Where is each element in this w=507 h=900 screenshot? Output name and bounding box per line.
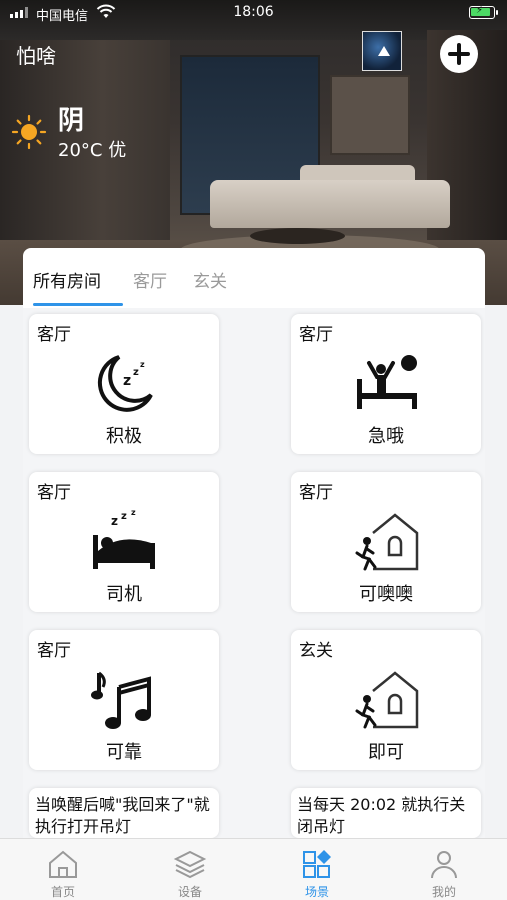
scene-room: 玄关: [299, 641, 333, 661]
nav-label: 设备: [177, 885, 202, 899]
scene-name: 积极: [106, 426, 142, 447]
wake-up-bed-icon: [357, 355, 417, 409]
bottom-navigation: 首页 设备 场景 我的: [0, 838, 507, 900]
svg-text:z: z: [111, 514, 118, 528]
music-notes-icon: [91, 671, 151, 729]
nav-label: 我的: [431, 885, 456, 899]
leave-home-icon: [355, 671, 419, 729]
status-bar: 中国电信 18:06 ⚡: [0, 0, 507, 26]
scene-card[interactable]: 客厅 可噢噢: [291, 472, 481, 612]
tab-entrance[interactable]: 玄关: [193, 267, 227, 292]
automation-description: 当每天 20:02 就执行关闭吊灯: [297, 795, 466, 836]
scene-name: 司机: [106, 584, 142, 605]
scene-name: 可靠: [106, 742, 142, 763]
scenes-icon: [303, 850, 331, 878]
nav-devices[interactable]: 设备: [127, 839, 253, 900]
room-thumbnail[interactable]: [362, 31, 402, 71]
tab-all-rooms[interactable]: 所有房间: [33, 267, 101, 292]
scene-card[interactable]: 客厅 可靠: [29, 630, 219, 770]
nav-label: 首页: [50, 885, 75, 899]
scene-name: 急哦: [368, 426, 404, 447]
sleeping-bed-icon: z z z: [93, 508, 155, 569]
scene-room: 客厅: [299, 325, 333, 345]
room-tabs: 所有房间 客厅 玄关: [23, 248, 485, 306]
sun-icon: [11, 114, 47, 150]
scene-grid: 客厅 z z z 积极 客厅 急哦 客厅 z z z 司机 客厅 可噢噢 客厅 …: [23, 308, 485, 838]
svg-text:z: z: [131, 508, 136, 517]
svg-text:z: z: [123, 373, 131, 389]
leave-home-icon: [355, 513, 419, 571]
scene-room: 客厅: [37, 325, 71, 345]
svg-text:z: z: [133, 367, 139, 378]
scene-name: 即可: [368, 742, 404, 763]
scene-card[interactable]: 客厅 z z z 积极: [29, 314, 219, 454]
home-selector[interactable]: 怕啥: [16, 40, 56, 69]
automation-card[interactable]: 当每天 20:02 就执行关闭吊灯: [291, 788, 481, 838]
moon-sleep-icon: z z z: [97, 355, 153, 412]
nav-home[interactable]: 首页: [0, 839, 126, 900]
svg-text:z: z: [121, 511, 127, 522]
scene-name: 可噢噢: [359, 584, 413, 605]
add-button[interactable]: [440, 35, 478, 73]
scene-card[interactable]: 客厅 z z z 司机: [29, 472, 219, 612]
tab-living-room[interactable]: 客厅: [133, 267, 167, 292]
scene-panel: 所有房间 客厅 玄关 客厅 z z z 积极 客厅 急哦 客厅 z z z 司机…: [23, 248, 485, 838]
clock: 18:06: [233, 4, 274, 20]
scene-room: 客厅: [299, 483, 333, 503]
weather-condition: 阴: [58, 106, 85, 136]
user-icon: [431, 851, 457, 879]
automation-card[interactable]: 当唤醒后喊"我回来了"就执行打开吊灯: [29, 788, 219, 838]
devices-icon: [173, 850, 207, 879]
battery-icon: ⚡: [469, 5, 498, 19]
scene-room: 客厅: [37, 641, 71, 661]
scene-room: 客厅: [37, 483, 71, 503]
home-icon: [49, 850, 77, 878]
automation-description: 当唤醒后喊"我回来了"就执行打开吊灯: [35, 795, 210, 836]
tab-indicator: [33, 303, 123, 306]
weather-temperature: 20°C 优: [58, 140, 127, 161]
nav-label: 场景: [304, 885, 329, 899]
svg-text:z: z: [140, 360, 145, 369]
nav-scenes[interactable]: 场景: [254, 839, 380, 900]
scene-card[interactable]: 玄关 即可: [291, 630, 481, 770]
scene-card[interactable]: 客厅 急哦: [291, 314, 481, 454]
nav-me[interactable]: 我的: [381, 839, 507, 900]
